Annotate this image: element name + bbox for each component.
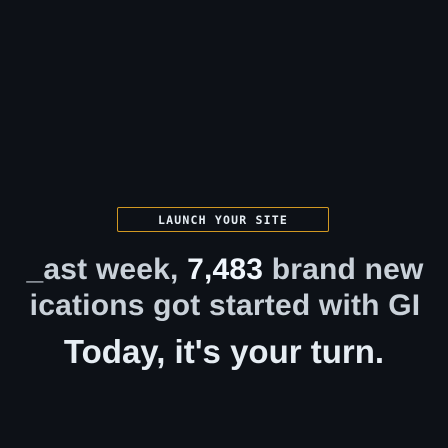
badge-label: LAUNCH YOUR SITE: [158, 212, 288, 227]
headline-prefix: _ast week,: [26, 253, 188, 286]
headline-suffix: brand new: [263, 253, 424, 286]
headline-line-2: ications got started with GI: [29, 289, 421, 322]
call-to-action-text: Today, it's your turn.: [63, 333, 385, 370]
launch-site-badge[interactable]: LAUNCH YOUR SITE: [117, 207, 329, 232]
headline-line-1: _ast week, 7,483 brand new: [0, 252, 448, 288]
promo-section: LAUNCH YOUR SITE _ast week, 7,483 brand …: [0, 0, 448, 448]
site-count: 7,483: [187, 253, 264, 286]
